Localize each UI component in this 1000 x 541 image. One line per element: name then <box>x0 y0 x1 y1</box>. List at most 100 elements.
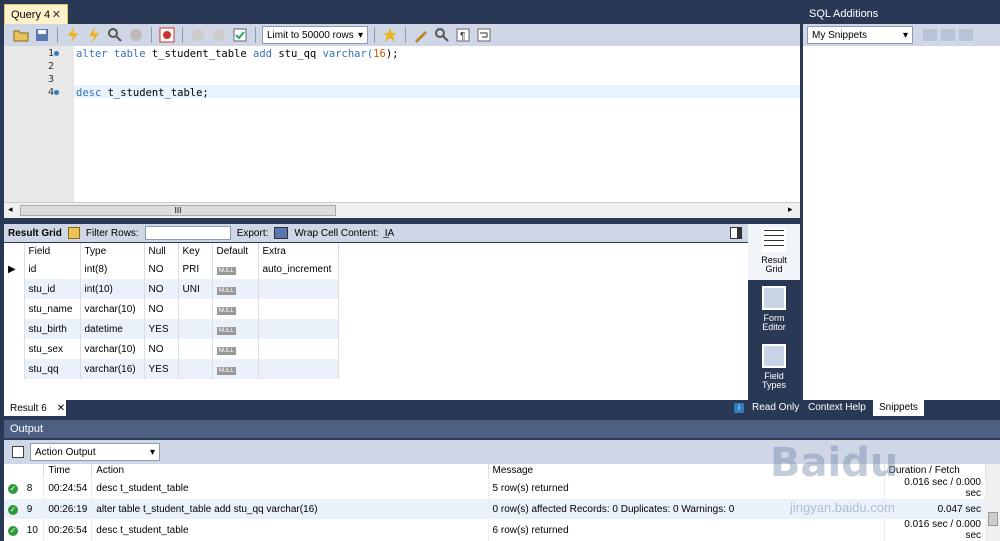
rollback-icon[interactable] <box>210 26 228 44</box>
snippets-select[interactable]: My Snippets ▾ <box>807 26 913 44</box>
table-cell[interactable]: stu_qq <box>24 359 81 379</box>
replace-snippet-icon[interactable] <box>959 29 973 41</box>
output-column-header[interactable]: Action <box>91 464 489 477</box>
toggle-error-icon[interactable] <box>158 26 176 44</box>
table-cell[interactable]: datetime <box>80 319 145 339</box>
filter-rows-input[interactable] <box>144 226 231 240</box>
add-snippet-icon[interactable] <box>381 26 399 44</box>
column-header[interactable]: Key <box>178 243 213 259</box>
table-cell[interactable]: NO <box>144 299 179 319</box>
limit-rows-select[interactable]: Limit to 50000 rows ▾ <box>262 26 368 44</box>
table-cell[interactable]: NO <box>144 259 179 279</box>
sql-editor[interactable]: 1 alter table t_student_table add stu_qq … <box>4 46 800 202</box>
copy-icon[interactable] <box>12 446 24 458</box>
insert-snippet-icon[interactable] <box>923 29 937 41</box>
row-header[interactable] <box>4 359 25 379</box>
output-column-header[interactable]: Time <box>43 464 93 477</box>
scroll-left-icon[interactable]: ◂ <box>8 204 13 215</box>
export-icon[interactable] <box>274 227 289 239</box>
commit-icon[interactable] <box>189 26 207 44</box>
table-cell[interactable]: stu_birth <box>24 319 81 339</box>
execute-current-icon[interactable] <box>85 26 103 44</box>
table-cell[interactable]: varchar(10) <box>80 339 145 359</box>
output-column-header[interactable]: Duration / Fetch <box>884 464 987 477</box>
save-icon[interactable] <box>33 26 51 44</box>
result-tab[interactable]: Result 6 ✕ <box>4 400 66 416</box>
table-cell[interactable] <box>258 299 339 319</box>
stop-icon[interactable] <box>127 26 145 44</box>
table-cell[interactable]: NULL <box>212 299 259 319</box>
form-editor-button[interactable]: Form Editor <box>748 282 800 338</box>
scroll-thumb[interactable] <box>988 512 998 526</box>
row-header[interactable]: ▶ <box>4 259 25 279</box>
result-grid[interactable]: Field Type Null Key Default Extra ▶ id int(8) NO… <box>4 243 748 400</box>
open-folder-icon[interactable] <box>12 26 30 44</box>
table-cell[interactable]: varchar(10) <box>80 299 145 319</box>
field-types-button[interactable]: Field Types <box>748 340 800 396</box>
beautify-icon[interactable] <box>412 26 430 44</box>
table-row[interactable]: stu_sex varchar(10) NO NULL <box>4 339 339 359</box>
table-row[interactable]: ▶ id int(8) NO PRI NULL auto_increment <box>4 259 339 279</box>
table-row[interactable]: stu_id int(10) NO UNI NULL <box>4 279 339 299</box>
scroll-right-icon[interactable]: ▸ <box>788 204 793 215</box>
row-header[interactable] <box>4 279 25 299</box>
row-header[interactable] <box>4 339 25 359</box>
panel-toggle-icon[interactable] <box>730 227 742 239</box>
table-row[interactable]: stu_birth datetime YES NULL <box>4 319 339 339</box>
table-cell[interactable] <box>178 339 213 359</box>
table-cell[interactable] <box>258 279 339 299</box>
table-cell[interactable] <box>258 339 339 359</box>
row-header[interactable] <box>4 299 25 319</box>
grid-view-icon[interactable] <box>67 227 80 239</box>
output-vscrollbar[interactable] <box>986 464 1000 541</box>
output-type-select[interactable]: Action Output ▾ <box>30 443 160 461</box>
close-icon[interactable]: ✕ <box>57 403 65 414</box>
table-cell[interactable] <box>178 299 213 319</box>
invisible-chars-icon[interactable]: ¶ <box>454 26 472 44</box>
column-header[interactable]: Type <box>80 243 145 259</box>
table-cell[interactable]: YES <box>144 319 179 339</box>
query-tab[interactable]: Query 4 ✕ <box>4 4 68 24</box>
autocommit-icon[interactable] <box>231 26 249 44</box>
table-cell[interactable]: NULL <box>212 279 259 299</box>
table-cell[interactable]: stu_sex <box>24 339 81 359</box>
table-cell[interactable]: YES <box>144 359 179 379</box>
table-cell[interactable] <box>178 319 213 339</box>
execute-icon[interactable] <box>64 26 82 44</box>
scroll-thumb[interactable]: III <box>20 205 336 216</box>
column-header[interactable]: Null <box>144 243 179 259</box>
column-header[interactable]: Default <box>212 243 259 259</box>
table-cell[interactable]: int(10) <box>80 279 145 299</box>
table-cell[interactable] <box>178 359 213 379</box>
output-column-header[interactable] <box>4 464 45 477</box>
close-icon[interactable]: ✕ <box>52 8 61 21</box>
table-cell[interactable]: stu_name <box>24 299 81 319</box>
table-cell[interactable]: NULL <box>212 259 259 279</box>
row-header[interactable] <box>4 319 25 339</box>
table-cell[interactable]: PRI <box>178 259 213 279</box>
table-cell[interactable]: NULL <box>212 319 259 339</box>
editor-hscrollbar[interactable]: ◂ III ▸ <box>4 202 800 218</box>
table-cell[interactable] <box>258 319 339 339</box>
context-help-tab[interactable]: Context Help <box>802 400 872 416</box>
copy-snippet-icon[interactable] <box>941 29 955 41</box>
table-cell[interactable]: UNI <box>178 279 213 299</box>
table-cell[interactable]: NULL <box>212 339 259 359</box>
output-row[interactable]: ✓ 10 00:26:54 desc t_student_table 6 row(s)… <box>4 519 987 541</box>
column-header[interactable]: Extra <box>258 243 339 259</box>
table-cell[interactable]: NO <box>144 339 179 359</box>
find-icon[interactable] <box>433 26 451 44</box>
table-row[interactable]: stu_name varchar(10) NO NULL <box>4 299 339 319</box>
table-cell[interactable]: int(8) <box>80 259 145 279</box>
snippets-tab[interactable]: Snippets <box>873 400 924 416</box>
result-grid-view-button[interactable]: Result Grid <box>748 224 800 280</box>
explain-icon[interactable] <box>106 26 124 44</box>
table-cell[interactable]: NO <box>144 279 179 299</box>
wrap-lines-icon[interactable] <box>475 26 493 44</box>
table-cell[interactable]: stu_id <box>24 279 81 299</box>
column-header[interactable]: Field <box>24 243 81 259</box>
table-row[interactable]: stu_qq varchar(16) YES NULL <box>4 359 339 379</box>
table-cell[interactable] <box>258 359 339 379</box>
table-cell[interactable]: varchar(16) <box>80 359 145 379</box>
table-cell[interactable]: auto_increment <box>258 259 339 279</box>
